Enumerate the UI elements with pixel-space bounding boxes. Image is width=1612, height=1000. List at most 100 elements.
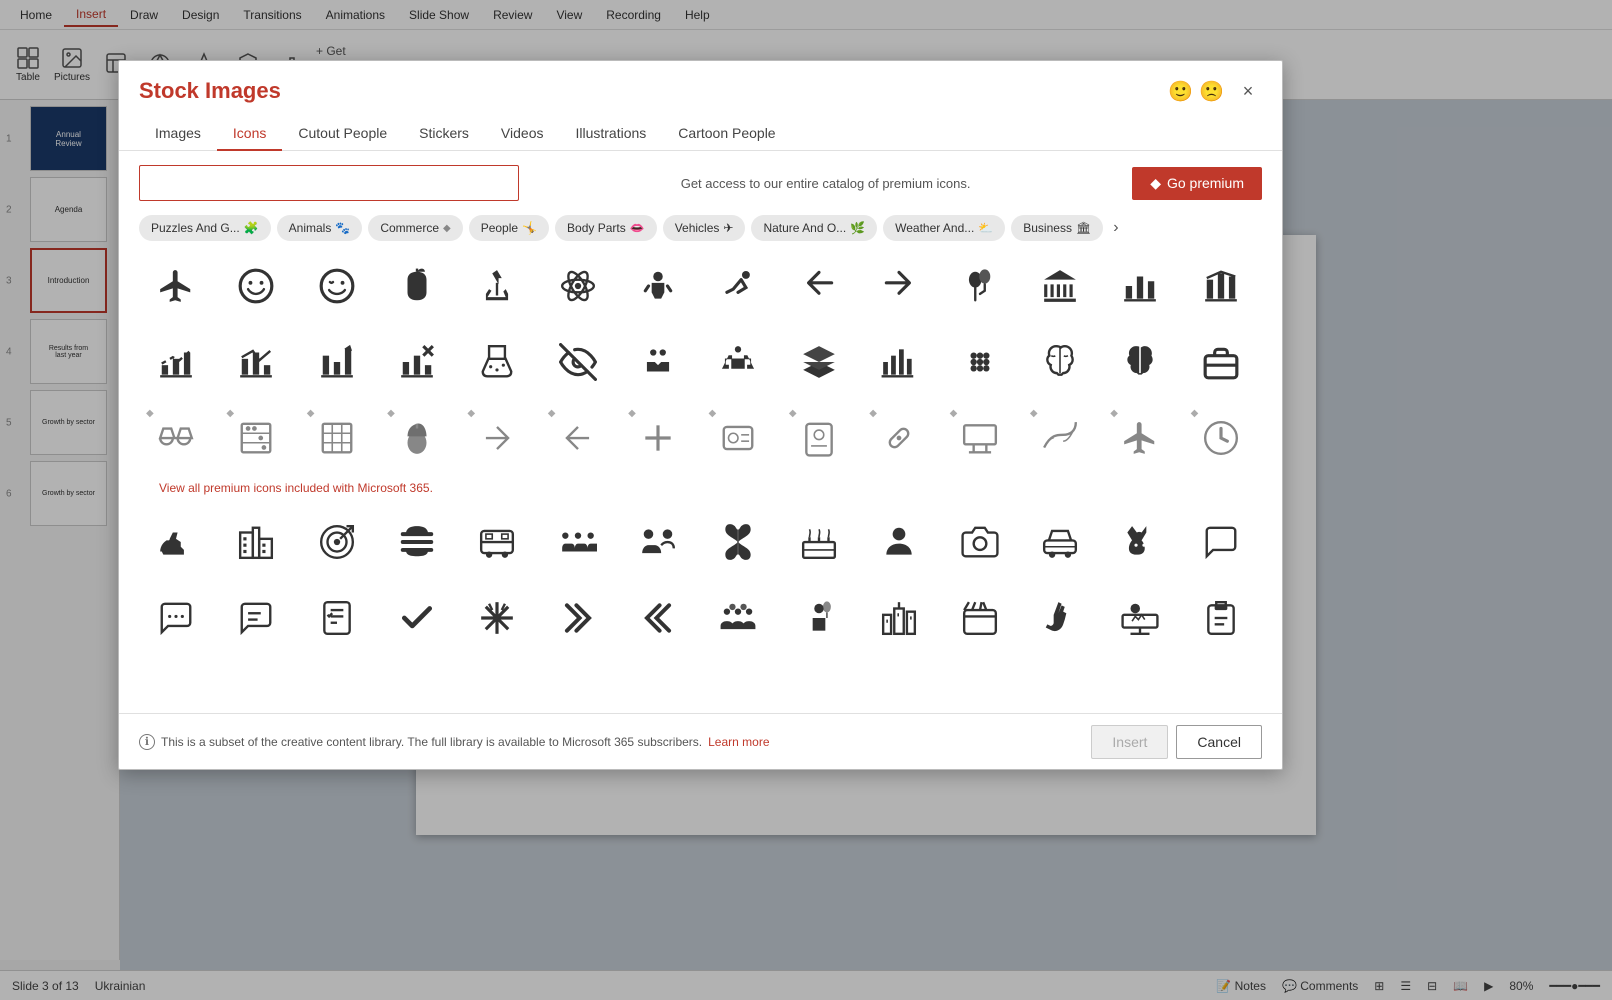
icon-cake[interactable] <box>782 505 856 579</box>
premium-link[interactable]: View all premium icons included with Mic… <box>159 481 433 495</box>
icon-starburst[interactable] <box>460 581 534 655</box>
icon-bar-chart-mixed[interactable] <box>219 325 293 399</box>
icon-butterfly[interactable] <box>701 505 775 579</box>
icon-dinosaur[interactable] <box>139 505 213 579</box>
icon-checklist[interactable] <box>300 581 374 655</box>
cat-animals[interactable]: Animals 🐾 <box>277 215 363 241</box>
icon-recycle[interactable] <box>460 249 534 323</box>
cat-nature[interactable]: Nature And O... 🌿 <box>751 215 877 241</box>
icon-camera[interactable] <box>943 505 1017 579</box>
icon-cat[interactable] <box>1103 505 1177 579</box>
tab-videos[interactable]: Videos <box>485 117 560 151</box>
icon-premium-billboard[interactable]: ◆ <box>943 401 1017 475</box>
icon-burger[interactable] <box>380 505 454 579</box>
icon-baby[interactable] <box>621 249 695 323</box>
thumbs-down-icon[interactable]: 🙁 <box>1199 79 1224 104</box>
insert-button[interactable]: Insert <box>1091 725 1168 759</box>
icon-group-many[interactable] <box>541 505 615 579</box>
category-chevron-right[interactable]: › <box>1109 215 1122 241</box>
icon-car[interactable] <box>1023 505 1097 579</box>
icon-premium-grid-calc[interactable]: ◆ <box>300 401 374 475</box>
icon-person-silhouette[interactable] <box>862 505 936 579</box>
icon-weightlifter[interactable] <box>701 325 775 399</box>
icon-premium-glasses[interactable]: ◆ <box>139 401 213 475</box>
icon-bar-chart-down[interactable] <box>139 325 213 399</box>
close-button[interactable]: × <box>1234 77 1262 105</box>
icon-target[interactable] <box>300 505 374 579</box>
icon-clapping-hands[interactable] <box>1023 581 1097 655</box>
icon-premium-abacus[interactable]: ◆ <box>219 401 293 475</box>
icon-bar-chart-1[interactable] <box>1103 249 1177 323</box>
thumbs-up-icon[interactable]: 🙂 <box>1168 79 1193 104</box>
icon-city-skyline[interactable] <box>862 581 936 655</box>
icon-eye-crossed[interactable] <box>541 325 615 399</box>
icon-beaker[interactable] <box>460 325 534 399</box>
cat-body-parts[interactable]: Body Parts 👄 <box>555 215 657 241</box>
icon-apple[interactable] <box>380 249 454 323</box>
cat-vehicles[interactable]: Vehicles ✈ <box>663 215 746 241</box>
tab-illustrations[interactable]: Illustrations <box>559 117 662 151</box>
icon-person-balloon[interactable] <box>782 581 856 655</box>
icon-chat-dots-2[interactable] <box>219 581 293 655</box>
icon-brain-highlight[interactable] <box>1103 325 1177 399</box>
icon-bar-chart-2[interactable] <box>1184 249 1258 323</box>
icon-bus[interactable] <box>460 505 534 579</box>
icon-city-building[interactable] <box>219 505 293 579</box>
icon-premium-plus[interactable]: ◆ <box>621 401 695 475</box>
icon-smiley-happy[interactable] <box>219 249 293 323</box>
icon-bank[interactable] <box>1023 249 1097 323</box>
icon-premium-field[interactable]: ◆ <box>1023 401 1097 475</box>
cat-people[interactable]: People 🤸 <box>469 215 549 241</box>
premium-diamond-icon: ◆ <box>307 408 321 422</box>
icon-premium-arrow-right[interactable]: ◆ <box>460 401 534 475</box>
icon-smiley-wink[interactable] <box>300 249 374 323</box>
icon-chart-arrow[interactable] <box>300 325 374 399</box>
icon-premium-id-card-2[interactable]: ◆ <box>782 401 856 475</box>
icon-balloons[interactable] <box>943 249 1017 323</box>
icon-premium-bandage[interactable]: ◆ <box>862 401 936 475</box>
icon-large-group[interactable] <box>701 581 775 655</box>
cat-weather[interactable]: Weather And... ⛅ <box>883 215 1005 241</box>
search-input[interactable] <box>139 165 519 201</box>
icon-clipboard[interactable] <box>1184 581 1258 655</box>
icon-premium-arrow-left[interactable]: ◆ <box>541 401 615 475</box>
learn-more-link[interactable]: Learn more <box>708 735 769 749</box>
icon-clapperboard[interactable] <box>943 581 1017 655</box>
icon-premium-id-card[interactable]: ◆ <box>701 401 775 475</box>
tab-cutout-people[interactable]: Cutout People <box>282 117 403 151</box>
cancel-button[interactable]: Cancel <box>1176 725 1262 759</box>
cat-business[interactable]: Business 🏛 <box>1011 215 1103 241</box>
icon-double-chevron-right[interactable] <box>541 581 615 655</box>
cat-commerce[interactable]: Commerce ◆ <box>368 215 462 241</box>
icon-group-medium[interactable] <box>621 505 695 579</box>
tab-icons[interactable]: Icons <box>217 117 282 151</box>
category-row: Puzzles And G... 🧩 Animals 🐾 Commerce ◆ … <box>119 215 1282 241</box>
icon-atom[interactable] <box>541 249 615 323</box>
dialog-titlebar: Stock Images 🙂 🙁 × <box>119 61 1282 105</box>
icon-arrow-forward[interactable] <box>862 249 936 323</box>
icon-meeting[interactable] <box>621 325 695 399</box>
icon-premium-clock[interactable]: ◆ <box>1184 401 1258 475</box>
tab-cartoon-people[interactable]: Cartoon People <box>662 117 791 151</box>
icon-person-crawling[interactable] <box>701 249 775 323</box>
icon-bar-chart-3[interactable] <box>862 325 936 399</box>
icon-airplane[interactable] <box>139 249 213 323</box>
icon-premium-acorn[interactable]: ◆ <box>380 401 454 475</box>
premium-diamond-icon: ◆ <box>789 408 803 422</box>
icon-arrow-back[interactable] <box>782 249 856 323</box>
icon-chat-bubble[interactable] <box>1184 505 1258 579</box>
cat-puzzles[interactable]: Puzzles And G... 🧩 <box>139 215 271 241</box>
icon-double-chevron-left[interactable] <box>621 581 695 655</box>
tab-stickers[interactable]: Stickers <box>403 117 485 151</box>
icon-premium-airplane-2[interactable]: ◆ <box>1103 401 1177 475</box>
tab-images[interactable]: Images <box>139 117 217 151</box>
icon-chart-x[interactable] <box>380 325 454 399</box>
premium-button[interactable]: ◆ Go premium <box>1132 167 1262 200</box>
icon-briefcase[interactable] <box>1184 325 1258 399</box>
icon-chat-dots[interactable] <box>139 581 213 655</box>
icon-brain[interactable] <box>1023 325 1097 399</box>
icon-dots-pattern[interactable] <box>943 325 1017 399</box>
icon-stack[interactable] <box>782 325 856 399</box>
icon-checkmark[interactable] <box>380 581 454 655</box>
icon-presenter[interactable] <box>1103 581 1177 655</box>
